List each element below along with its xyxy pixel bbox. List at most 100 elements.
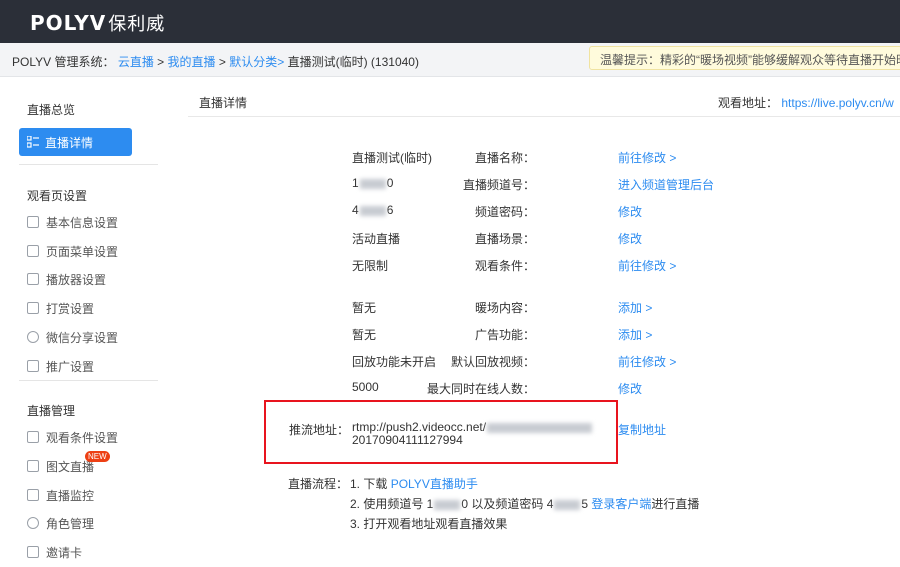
sidebar-item-wechat-share[interactable]: 微信分享设置 (27, 329, 118, 347)
breadcrumb-system: POLYV 管理系统： (12, 55, 115, 69)
detail-row-warmup: 暖场内容： 暂无 添加 > (188, 299, 900, 317)
edit-max-online-link[interactable]: 修改 (618, 380, 642, 397)
sidebar-divider (19, 164, 158, 165)
sidebar-item-label: 直播监控 (46, 489, 95, 503)
push-url-label: 推流地址： (289, 423, 350, 437)
image-icon (27, 460, 39, 472)
download-assistant-link[interactable]: POLYV直播助手 (391, 477, 478, 491)
row-label: 最大同时在线人数： (426, 382, 535, 396)
new-badge: NEW (85, 451, 110, 462)
menu-icon (27, 245, 39, 257)
breadcrumb-default-category[interactable]: 默认分类> (229, 55, 284, 69)
flow-step-2: 2. 使用频道号 1 0 以及频道密码 4 5 登录客户端进行直播 (350, 495, 699, 512)
sidebar-item-label: 微信分享设置 (46, 331, 119, 345)
sidebar-item-promotion[interactable]: 推广设置 (27, 358, 94, 376)
breadcrumb-separator: > (157, 55, 165, 69)
watch-address-link[interactable]: https://live.polyv.cn/w (781, 96, 894, 110)
row-label: 观看条件： (474, 259, 535, 273)
copy-address-button[interactable]: 复制地址 (618, 421, 666, 438)
row-value: 暂无 (352, 301, 377, 315)
row-value: 直播测试(临时) (352, 151, 432, 165)
sidebar-item-label: 推广设置 (46, 360, 95, 374)
breadcrumb-separator: > (218, 55, 226, 69)
push-url-prefix: rtmp://push2.videocc.net/ (352, 420, 487, 434)
watch-address: 观看地址： https://live.polyv.cn/w (718, 94, 894, 111)
flow-step-text: 2. 使用频道号 1 (350, 497, 434, 511)
page-title: 直播详情 (199, 96, 248, 110)
row-value: 5000 (352, 380, 379, 394)
redacted-mask (359, 205, 386, 216)
row-value: 46 (352, 203, 393, 217)
monitor-icon (27, 489, 39, 501)
sidebar-item-label: 图文直播 (46, 460, 95, 474)
list-icon (27, 136, 39, 148)
sidebar-divider (19, 380, 158, 381)
flow-step-text: 1. 下载 (350, 477, 391, 491)
redacted-mask (434, 499, 461, 510)
add-ads-link[interactable]: 添加 > (618, 326, 652, 343)
edit-password-link[interactable]: 修改 (618, 203, 642, 220)
row-value: 无限制 (352, 259, 389, 273)
detail-row-channel-id: 直播频道号： 10 进入频道管理后台 (188, 176, 900, 194)
polyv-logo[interactable]: POLYV 保利威 (30, 10, 165, 36)
channel-admin-link[interactable]: 进入频道管理后台 (618, 176, 714, 193)
redacted-mask (359, 178, 386, 189)
row-label: 直播场景： (474, 232, 535, 246)
detail-row-playback: 默认回放视频： 回放功能未开启 前往修改 > (188, 353, 900, 371)
value-part: 1 (352, 176, 359, 190)
edit-scene-link[interactable]: 修改 (618, 230, 642, 247)
row-label: 广告功能： (474, 328, 535, 342)
user-icon (27, 517, 39, 529)
breadcrumb-my-live[interactable]: 我的直播 (168, 55, 216, 69)
value-part: 6 (386, 203, 394, 217)
breadcrumb: POLYV 管理系统： 云直播 > 我的直播 > 默认分类> 直播测试(临时) … (12, 53, 419, 70)
detail-row-ads: 广告功能： 暂无 添加 > (188, 326, 900, 344)
detail-row-condition: 观看条件： 无限制 前往修改 > (188, 257, 900, 275)
sidebar-item-basic-info[interactable]: 基本信息设置 (27, 214, 118, 232)
row-value: 10 (352, 176, 393, 190)
sidebar-item-label: 打赏设置 (46, 302, 95, 316)
login-client-link[interactable]: 登录客户端 (591, 497, 651, 511)
redacted-mask (487, 422, 593, 433)
megaphone-icon (27, 360, 39, 372)
sidebar-item-reward[interactable]: 打赏设置 (27, 300, 94, 318)
detail-row-name: 直播名称： 直播测试(临时) 前往修改 > (188, 149, 900, 167)
sidebar-item-label: 直播详情 (45, 136, 94, 150)
value-part: 4 (352, 203, 359, 217)
sidebar-item-watch-condition[interactable]: 观看条件设置 (27, 429, 118, 447)
wechat-icon (27, 331, 39, 343)
flow-step-3: 3. 打开观看地址观看直播效果 (350, 517, 508, 531)
sidebar-section-watch: 观看页设置 (27, 189, 88, 203)
flow-step-1: 1. 下载 POLYV直播助手 (350, 475, 478, 492)
sidebar-item-graphic-live[interactable]: 图文直播 NEW (27, 451, 110, 476)
edit-name-link[interactable]: 前往修改 > (618, 149, 676, 166)
detail-row-password: 频道密码： 46 修改 (188, 203, 900, 221)
push-url-suffix: 20170904111127994 (352, 433, 463, 447)
sidebar-item-label: 邀请卡 (46, 546, 83, 560)
watch-address-label: 观看地址： (718, 96, 779, 110)
edit-condition-link[interactable]: 前往修改 > (618, 257, 676, 274)
top-bar: POLYV 保利威 (0, 0, 900, 43)
row-value: 活动直播 (352, 232, 401, 246)
sidebar-item-invite-card[interactable]: 邀请卡 (27, 544, 82, 562)
sidebar-item-label: 基本信息设置 (46, 216, 119, 230)
sidebar-item-monitor[interactable]: 直播监控 (27, 487, 94, 505)
row-label: 默认回放视频： (450, 355, 535, 369)
row-value: 暂无 (352, 328, 377, 342)
sidebar-item-page-menu[interactable]: 页面菜单设置 (27, 243, 118, 261)
sidebar-item-roles[interactable]: 角色管理 (27, 515, 94, 533)
sidebar-item-overview[interactable]: 直播总览 (27, 101, 75, 118)
add-warmup-link[interactable]: 添加 > (618, 299, 652, 316)
flow-label: 直播流程： (288, 477, 349, 491)
sidebar-item-live-detail[interactable]: 直播详情 (19, 128, 132, 156)
edit-playback-link[interactable]: 前往修改 > (618, 353, 676, 370)
sidebar-section-manage: 直播管理 (27, 404, 76, 418)
row-label: 直播名称： (474, 151, 535, 165)
sidebar-item-player[interactable]: 播放器设置 (27, 271, 106, 289)
sidebar: 直播总览 直播详情 观看页设置 基本信息设置 页面菜单设置 播放器设置 打赏设置… (0, 77, 175, 567)
sidebar-item-label: 播放器设置 (46, 273, 107, 287)
gift-icon (27, 302, 39, 314)
breadcrumb-cloud-live[interactable]: 云直播 (118, 55, 154, 69)
redacted-mask (554, 499, 581, 510)
panel-icon (27, 216, 39, 228)
